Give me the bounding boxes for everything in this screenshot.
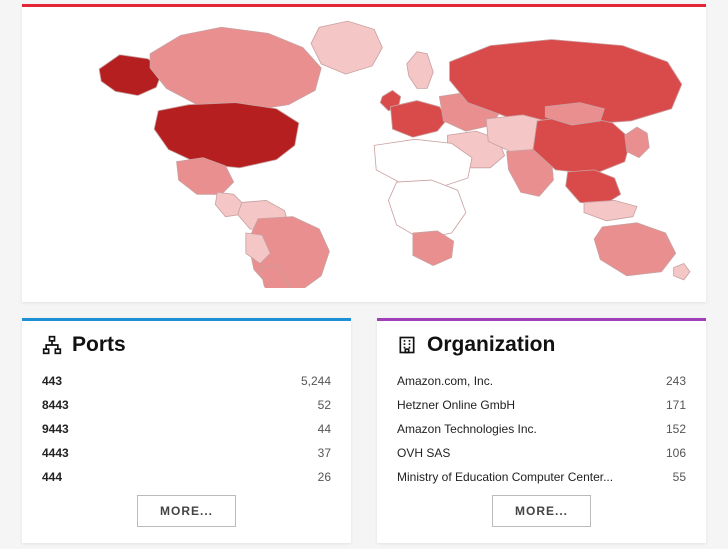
port-label: 443 xyxy=(42,374,62,388)
port-value: 44 xyxy=(318,422,331,436)
orgs-rows: Amazon.com, Inc. 243 Hetzner Online GmbH… xyxy=(397,369,686,489)
org-label: Ministry of Education Computer Center... xyxy=(397,470,613,484)
org-row[interactable]: Ministry of Education Computer Center...… xyxy=(397,465,686,489)
port-label: 4443 xyxy=(42,446,69,460)
region-se-asia xyxy=(566,170,621,205)
org-row[interactable]: Hetzner Online GmbH 171 xyxy=(397,393,686,417)
port-value: 52 xyxy=(318,398,331,412)
ports-more-button[interactable]: MORE... xyxy=(137,495,236,527)
region-canada xyxy=(150,27,321,111)
region-west-europe xyxy=(390,101,447,138)
port-row[interactable]: 4443 37 xyxy=(42,441,331,465)
orgs-more-wrap: MORE... xyxy=(397,495,686,527)
org-row[interactable]: OVH SAS 106 xyxy=(397,441,686,465)
org-value: 171 xyxy=(666,398,686,412)
region-usa xyxy=(154,103,299,168)
ports-panel: Ports 443 5,244 8443 52 9443 44 4443 37 … xyxy=(22,318,351,543)
ports-panel-header: Ports xyxy=(42,333,331,357)
ports-more-wrap: MORE... xyxy=(42,495,331,527)
port-label: 9443 xyxy=(42,422,69,436)
port-label: 8443 xyxy=(42,398,69,412)
org-label: Amazon Technologies Inc. xyxy=(397,422,537,436)
org-label: OVH SAS xyxy=(397,446,450,460)
orgs-title: Organization xyxy=(427,333,555,357)
orgs-panel: Organization Amazon.com, Inc. 243 Hetzne… xyxy=(377,318,706,543)
sitemap-icon xyxy=(42,335,62,355)
region-central-africa xyxy=(388,180,465,239)
region-scandinavia xyxy=(407,52,433,89)
port-row[interactable]: 8443 52 xyxy=(42,393,331,417)
org-value: 106 xyxy=(666,446,686,460)
org-value: 55 xyxy=(673,470,686,484)
org-label: Hetzner Online GmbH xyxy=(397,398,515,412)
region-australia xyxy=(594,223,675,276)
port-label: 444 xyxy=(42,470,62,484)
ports-title: Ports xyxy=(72,333,126,357)
region-south-africa xyxy=(413,231,454,266)
port-row[interactable]: 9443 44 xyxy=(42,417,331,441)
orgs-panel-header: Organization xyxy=(397,333,686,357)
region-new-zealand xyxy=(674,264,690,280)
org-row[interactable]: Amazon Technologies Inc. 152 xyxy=(397,417,686,441)
region-korea-japan xyxy=(625,127,649,158)
ports-rows: 443 5,244 8443 52 9443 44 4443 37 444 26 xyxy=(42,369,331,489)
port-row[interactable]: 444 26 xyxy=(42,465,331,489)
region-indonesia xyxy=(584,200,637,220)
org-label: Amazon.com, Inc. xyxy=(397,374,493,388)
stats-panels: Ports 443 5,244 8443 52 9443 44 4443 37 … xyxy=(22,318,706,543)
org-value: 152 xyxy=(666,422,686,436)
world-map-card xyxy=(22,4,706,302)
port-row[interactable]: 443 5,244 xyxy=(42,369,331,393)
port-value: 37 xyxy=(318,446,331,460)
port-value: 5,244 xyxy=(301,374,331,388)
org-value: 243 xyxy=(666,374,686,388)
building-icon xyxy=(397,335,417,355)
port-value: 26 xyxy=(318,470,331,484)
world-map xyxy=(32,13,696,288)
region-greenland xyxy=(311,21,382,74)
orgs-more-button[interactable]: MORE... xyxy=(492,495,591,527)
org-row[interactable]: Amazon.com, Inc. 243 xyxy=(397,369,686,393)
